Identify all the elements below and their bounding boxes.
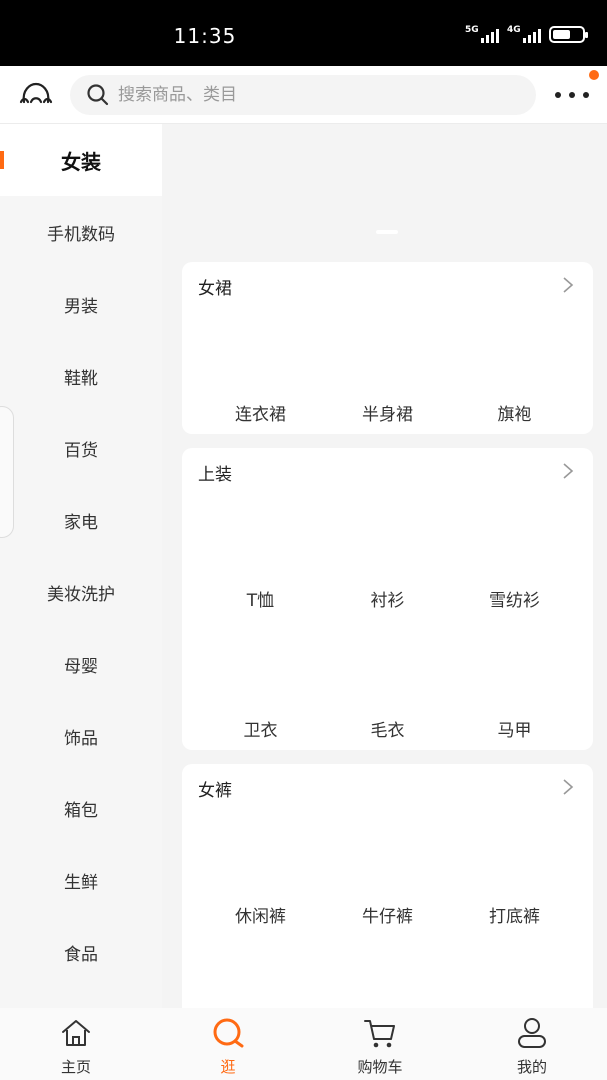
- subcategory-item[interactable]: 牛仔裤: [324, 902, 451, 927]
- notification-dot: [589, 70, 599, 80]
- sidebar-item[interactable]: 美妆洗护: [0, 556, 162, 628]
- battery-icon: [549, 26, 588, 43]
- search-bar[interactable]: [70, 75, 536, 115]
- category-sidebar: 女装 手机数码 男装 鞋靴 百货 家电 美妆洗护 母婴 饰品 箱包 生鲜 食品: [0, 124, 162, 1008]
- more-menu-button[interactable]: [555, 87, 589, 103]
- subcategory-item[interactable]: 旗袍: [451, 400, 578, 425]
- tab-home[interactable]: 主页: [0, 1008, 152, 1080]
- section-title[interactable]: 女裙: [198, 274, 232, 299]
- bottom-tab-bar: 主页 逛 购物车 我的: [0, 1008, 607, 1080]
- section-title[interactable]: 上装: [198, 460, 232, 485]
- logo-icon[interactable]: [18, 80, 54, 110]
- subcategory-item[interactable]: 马甲: [451, 716, 578, 741]
- tab-label: 我的: [516, 1058, 547, 1076]
- status-bar: 11:35 5G 4G: [0, 0, 607, 66]
- status-time: 11:35: [173, 24, 237, 48]
- subcategory-item[interactable]: 衬衫: [324, 586, 451, 611]
- tab-profile[interactable]: 我的: [456, 1008, 607, 1080]
- top-bar: [0, 66, 607, 124]
- section-card: 上装 T恤 衬衫 雪纺衫 卫衣 毛衣 马甲: [182, 448, 593, 750]
- status-icons: 5G 4G: [465, 25, 588, 43]
- subcategory-item[interactable]: 毛衣: [324, 716, 451, 741]
- sidebar-item[interactable]: 手机数码: [0, 196, 162, 268]
- section-title[interactable]: 女裤: [198, 776, 232, 801]
- search-icon: [87, 84, 109, 106]
- subcategory-item[interactable]: 卫衣: [197, 716, 324, 741]
- subcategory-item[interactable]: 半身裙: [324, 400, 451, 425]
- sidebar-item[interactable]: 鞋靴: [0, 340, 162, 412]
- category-content: 女裙 连衣裙 半身裙 旗袍 上装 T恤 衬衫 雪纺衫 卫衣 毛衣 马甲 女裤 休…: [162, 124, 607, 1008]
- sidebar-item[interactable]: 男装: [0, 268, 162, 340]
- banner-indicator: [376, 230, 398, 234]
- tab-cart[interactable]: 购物车: [304, 1008, 456, 1080]
- subcategory-item[interactable]: 连衣裙: [197, 400, 324, 425]
- user-icon: [518, 1018, 546, 1048]
- sidebar-item[interactable]: 食品: [0, 916, 162, 988]
- chevron-right-icon[interactable]: [561, 778, 575, 796]
- subcategory-item[interactable]: 雪纺衫: [451, 586, 578, 611]
- subcategory-item[interactable]: T恤: [197, 586, 324, 611]
- sidebar-item[interactable]: 母婴: [0, 628, 162, 700]
- home-icon: [62, 1020, 90, 1046]
- tab-label: 逛: [220, 1058, 236, 1076]
- tab-label: 主页: [60, 1058, 91, 1076]
- section-card: 女裤 休闲裤 牛仔裤 打底裤: [182, 764, 593, 1008]
- chevron-right-icon[interactable]: [561, 462, 575, 480]
- sidebar-item[interactable]: 箱包: [0, 772, 162, 844]
- subcategory-item[interactable]: 打底裤: [451, 902, 578, 927]
- tab-label: 购物车: [357, 1058, 403, 1076]
- search-icon: [213, 1018, 244, 1048]
- signal-4g-icon: 4G: [507, 25, 541, 43]
- sidebar-item[interactable]: 家电: [0, 484, 162, 556]
- section-card: 女裙 连衣裙 半身裙 旗袍: [182, 262, 593, 434]
- tab-browse[interactable]: 逛: [152, 1008, 304, 1080]
- cart-icon: [364, 1020, 395, 1048]
- subcategory-item[interactable]: 休闲裤: [197, 902, 324, 927]
- sidebar-item[interactable]: 生鲜: [0, 844, 162, 916]
- sidebar-item[interactable]: 女装: [0, 124, 162, 196]
- sidebar-item[interactable]: 百货: [0, 412, 162, 484]
- sidebar-item[interactable]: 饰品: [0, 700, 162, 772]
- signal-5g-icon: 5G: [465, 25, 499, 43]
- chevron-right-icon[interactable]: [561, 276, 575, 294]
- search-input[interactable]: [118, 85, 498, 105]
